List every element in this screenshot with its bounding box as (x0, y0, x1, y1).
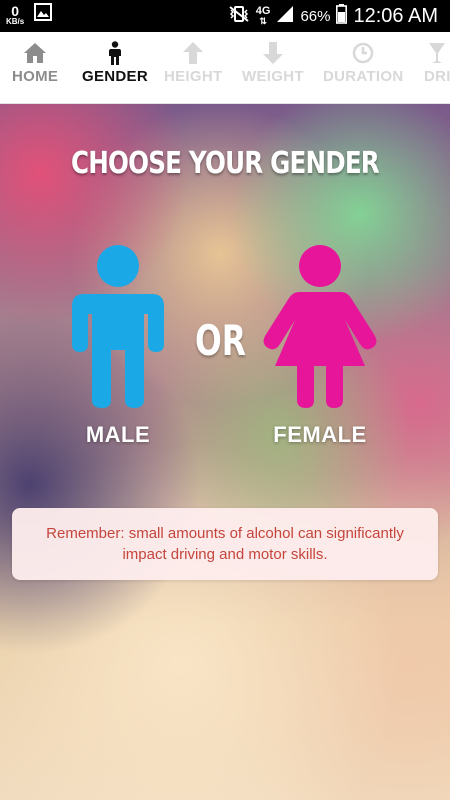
male-label: MALE (85, 422, 151, 447)
gender-selection-screen: CHOOSE YOUR GENDER MALE OR FEMALE Rememb… (0, 104, 450, 800)
arrow-up-icon (182, 40, 204, 66)
tab-height[interactable]: HEIGHT (164, 40, 222, 100)
clock-time: 12:06 AM (353, 4, 438, 27)
wizard-tab-bar: HOME GENDER HEIGHT WEIGHT DURATION DRI (0, 32, 450, 104)
status-bar: 0 KB/s 4G ⇅ 66% 12:06 AM (0, 0, 450, 32)
female-figure-icon (263, 245, 377, 408)
page-title: CHOOSE YOUR GENDER (71, 146, 380, 181)
tab-home-label: HOME (12, 68, 59, 85)
data-rate-indicator: 0 KB/s (6, 4, 24, 26)
glass-icon (428, 40, 446, 66)
data-rate-unit: KB/s (6, 16, 25, 26)
male-figure-icon (72, 245, 164, 408)
female-label: FEMALE (273, 422, 367, 447)
tab-gender[interactable]: GENDER (82, 40, 148, 100)
or-separator: OR (195, 316, 247, 365)
male-button[interactable]: MALE (43, 244, 193, 449)
tab-home[interactable]: HOME (12, 40, 58, 100)
home-icon (23, 40, 47, 66)
arrow-down-icon (262, 40, 284, 66)
tab-duration-label: DURATION (323, 68, 404, 85)
image-notification-icon (34, 3, 53, 26)
tab-drinks-label: DRI (424, 68, 450, 85)
tab-gender-label: GENDER (82, 68, 148, 85)
female-button[interactable]: FEMALE (245, 244, 395, 449)
reminder-notice: Remember: small amounts of alcohol can s… (12, 508, 438, 580)
signal-icon (276, 5, 294, 27)
battery-icon (336, 4, 348, 28)
data-rate-value: 0 (11, 2, 20, 19)
tab-height-label: HEIGHT (164, 68, 223, 85)
vibrate-mute-icon (228, 5, 250, 27)
person-icon (108, 40, 122, 66)
tab-duration[interactable]: DURATION (323, 40, 403, 100)
tab-drinks[interactable]: DRI (424, 40, 450, 100)
clock-icon (352, 40, 374, 66)
tab-weight[interactable]: WEIGHT (242, 40, 304, 100)
tab-weight-label: WEIGHT (242, 68, 304, 85)
network-indicator: 4G ⇅ (255, 5, 271, 26)
battery-percent: 66% (300, 7, 331, 25)
